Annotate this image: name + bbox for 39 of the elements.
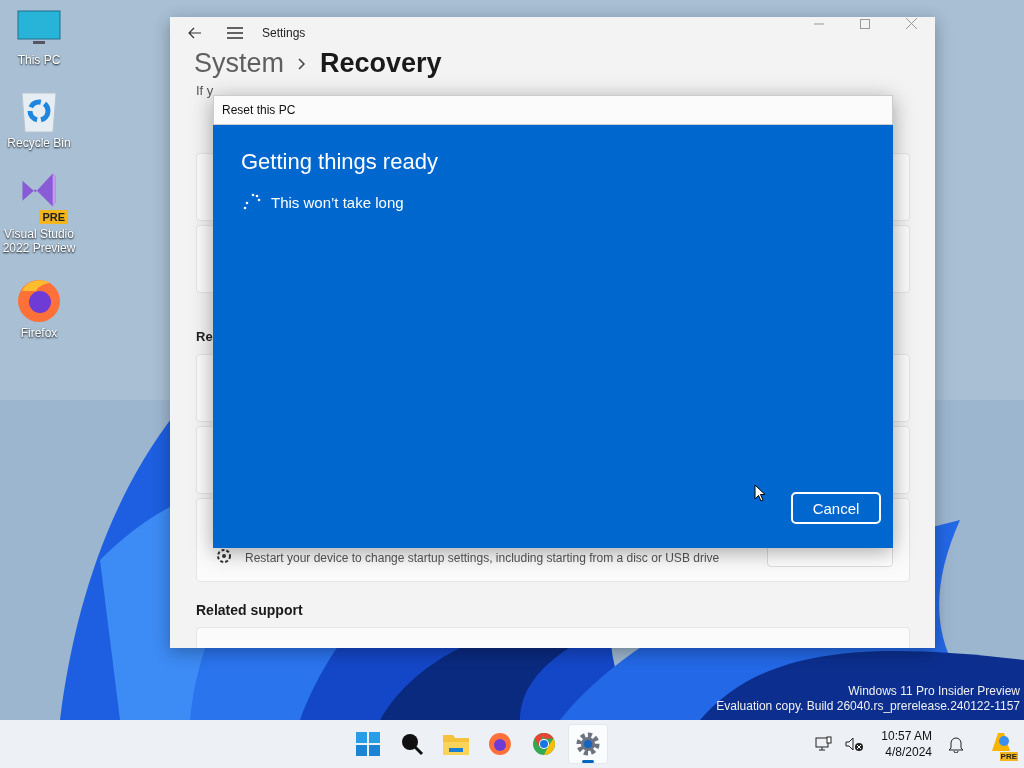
window-title: Settings <box>262 25 306 40</box>
desktop-icon-label[interactable]: Visual Studio 2022 Preview <box>1 227 77 255</box>
folder-icon <box>442 733 469 755</box>
chevron-icon <box>298 57 307 70</box>
muted-speaker-icon[interactable] <box>845 736 866 752</box>
desktop-icon-label[interactable]: This PC <box>1 53 77 67</box>
breadcrumb-link[interactable]: System <box>194 48 285 79</box>
bell-icon[interactable] <box>948 735 964 753</box>
page-title: Recovery <box>320 48 442 79</box>
watermark-text: Windows 11 Pro Insider Preview <box>848 684 1020 699</box>
intro-text: If y <box>196 83 213 98</box>
menu-icon[interactable] <box>227 26 243 39</box>
chrome-icon <box>531 732 556 756</box>
dialog-title: Reset this PC <box>222 103 296 117</box>
setting-description: Restart your device to change startup settings, including starting from a disc or USB drive <box>245 551 720 565</box>
desktop-icon-label[interactable]: Recycle Bin <box>1 136 77 150</box>
clock[interactable]: 10:57 AM 4/8/2024 <box>877 728 936 760</box>
spinner-icon <box>243 193 261 211</box>
preview-badge: PRE <box>999 752 1018 761</box>
recycle-bin-icon[interactable] <box>20 89 58 133</box>
gear-icon <box>575 732 600 756</box>
gear-icon <box>215 547 233 565</box>
section-heading: Re <box>196 329 214 344</box>
preview-badge: PRE <box>39 210 68 224</box>
firefox-icon[interactable] <box>16 277 62 323</box>
network-icon[interactable] <box>815 736 834 752</box>
search-icon <box>399 732 424 756</box>
section-heading: Related support <box>196 602 304 618</box>
dialog-heading: Getting things ready <box>241 149 439 175</box>
desktop-icon-label[interactable]: Firefox <box>1 326 77 340</box>
status-text: This won’t take long <box>271 193 404 211</box>
cancel-button[interactable]: Cancel <box>791 492 881 524</box>
windows-icon <box>355 732 380 756</box>
back-icon[interactable] <box>188 26 202 39</box>
maximize-icon[interactable] <box>860 18 870 29</box>
firefox-icon <box>487 732 512 756</box>
close-icon[interactable] <box>906 18 917 29</box>
cursor-icon <box>754 484 766 502</box>
watermark-text: Evaluation copy. Build 26040.rs_prerelease.240122-1157 <box>716 699 1020 714</box>
